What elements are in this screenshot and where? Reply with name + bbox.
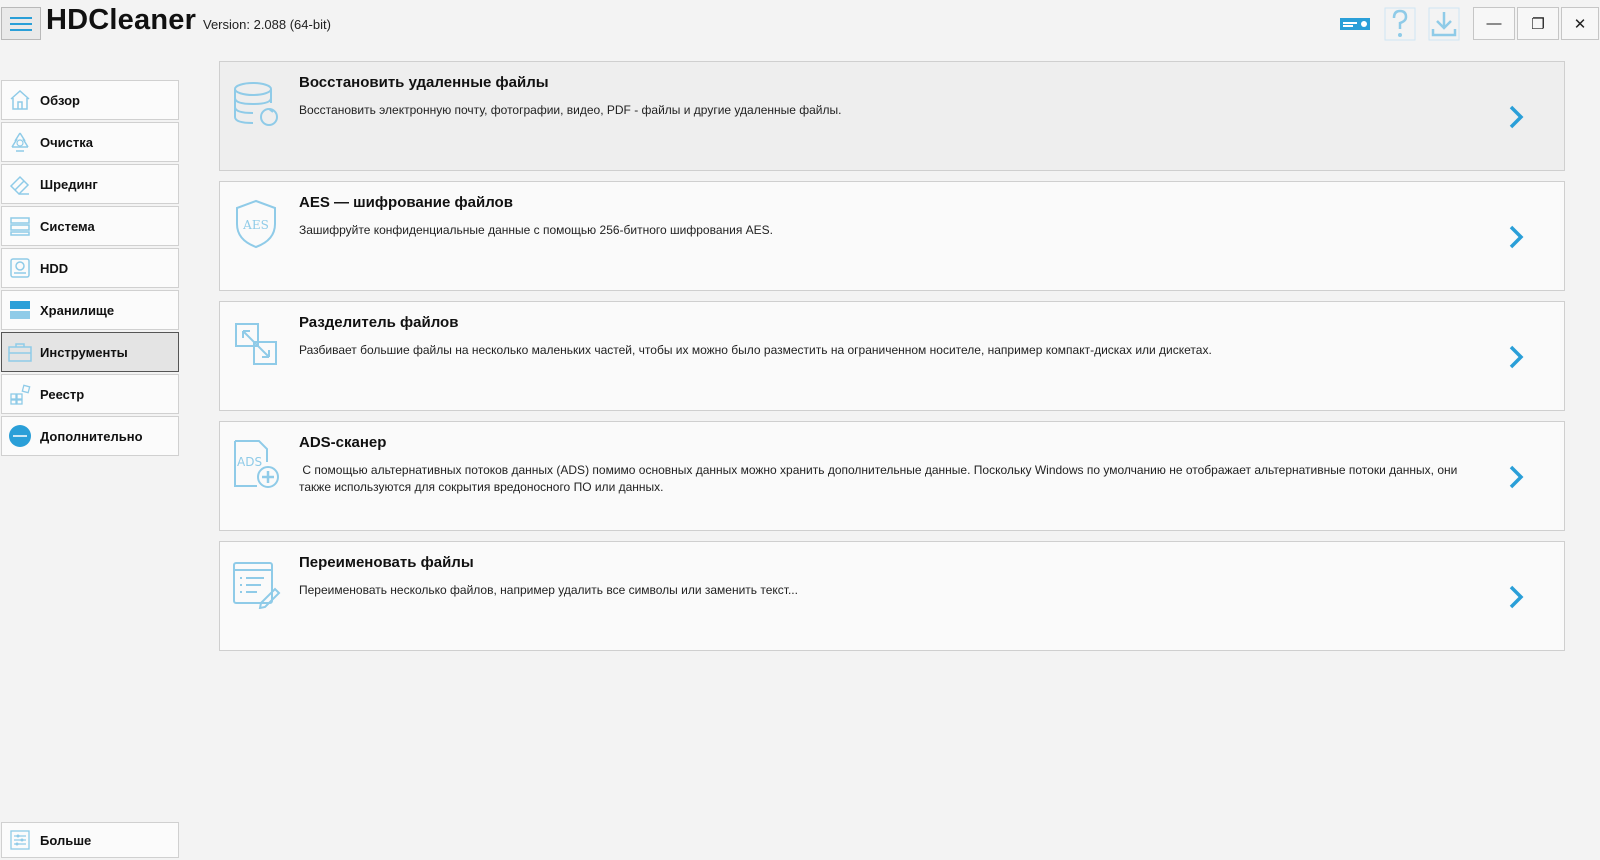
extras-icon <box>9 425 31 447</box>
sidebar-item-label: HDD <box>40 260 69 276</box>
download-icon <box>1428 7 1460 41</box>
tool-card-aes-encryption[interactable]: AES AES — шифрование файлов Зашифруйте к… <box>219 181 1565 291</box>
toolbox-icon <box>8 343 32 362</box>
tool-card-restore-files[interactable]: Восстановить удаленные файлы Восстановит… <box>219 61 1565 171</box>
file-split-icon <box>235 323 277 365</box>
tool-title: ADS-сканер <box>299 434 387 451</box>
storage-icon <box>10 301 30 319</box>
open-tool-button[interactable] <box>1506 222 1526 252</box>
sidebar-item-label: Обзор <box>40 92 80 108</box>
svg-text:ADS: ADS <box>237 455 262 469</box>
sidebar-item-more[interactable]: Больше <box>1 822 179 858</box>
hamburger-icon <box>10 16 32 31</box>
badge-button[interactable] <box>1338 7 1372 41</box>
registry-icon <box>10 384 31 405</box>
hdd-icon <box>10 258 30 278</box>
sidebar-item-label: Реестр <box>40 386 85 402</box>
sidebar-item-label: Дополнительно <box>40 428 143 444</box>
close-button[interactable]: ✕ <box>1561 7 1599 40</box>
app-version: Version: 2.088 (64-bit) <box>203 17 331 32</box>
app-title: HDCleaner <box>46 4 197 36</box>
chevron-right-icon <box>1509 225 1524 249</box>
sidebar-item-shredding[interactable]: Шрединг <box>1 164 179 204</box>
chevron-right-icon <box>1509 105 1524 129</box>
sidebar-item-cleaning[interactable]: Очистка <box>1 122 179 162</box>
help-icon <box>1384 7 1416 41</box>
aes-shield-icon: AES <box>236 199 276 249</box>
sidebar-item-label: Очистка <box>40 134 93 150</box>
sidebar-item-system[interactable]: Система <box>1 206 179 246</box>
sidebar-item-extras[interactable]: Дополнительно <box>1 416 179 456</box>
sidebar-item-registry[interactable]: Реестр <box>1 374 179 414</box>
sidebar-item-label: Инструменты <box>40 344 128 360</box>
tool-description: Разбивает большие файлы на несколько мал… <box>299 343 1212 357</box>
tool-card-file-splitter[interactable]: Разделитель файлов Разбивает большие фай… <box>219 301 1565 411</box>
sidebar-item-label: Хранилище <box>40 302 115 318</box>
tool-title: AES — шифрование файлов <box>299 194 513 211</box>
ads-file-icon: ADS <box>234 440 279 488</box>
sidebar-item-label: Больше <box>40 832 92 848</box>
rename-list-icon <box>233 562 281 609</box>
chevron-right-icon <box>1509 585 1524 609</box>
eraser-icon <box>9 175 30 196</box>
database-restore-icon <box>234 82 278 126</box>
tool-title: Разделитель файлов <box>299 314 459 331</box>
open-tool-button[interactable] <box>1506 582 1526 612</box>
download-button[interactable] <box>1427 7 1461 41</box>
sidebar-item-tools[interactable]: Инструменты <box>1 332 179 372</box>
recycle-icon <box>11 132 29 152</box>
open-tool-button[interactable] <box>1506 102 1526 132</box>
tool-description: Зашифруйте конфиденциальные данные с пом… <box>299 223 773 237</box>
chevron-right-icon <box>1509 345 1524 369</box>
system-icon <box>10 217 30 236</box>
open-tool-button[interactable] <box>1506 462 1526 492</box>
sidebar-item-storage[interactable]: Хранилище <box>1 290 179 330</box>
sidebar-item-label: Система <box>40 218 95 234</box>
badge-icon <box>1340 18 1370 30</box>
svg-text:AES: AES <box>242 218 269 232</box>
tool-title: Переименовать файлы <box>299 554 474 571</box>
restore-button[interactable]: ❐ <box>1517 7 1559 40</box>
menu-button[interactable] <box>1 7 41 40</box>
tool-description: Восстановить электронную почту, фотограф… <box>299 103 842 117</box>
sidebar-item-hdd[interactable]: HDD <box>1 248 179 288</box>
tool-description: С помощью альтернативных потоков данных … <box>299 463 1461 494</box>
tool-card-ads-scanner[interactable]: ADS ADS-сканер С помощью альтернативных … <box>219 421 1565 531</box>
tool-title: Восстановить удаленные файлы <box>299 74 549 91</box>
sliders-icon <box>10 830 30 850</box>
tool-card-rename-files[interactable]: Переименовать файлы Переименовать нескол… <box>219 541 1565 651</box>
open-tool-button[interactable] <box>1506 342 1526 372</box>
chevron-right-icon <box>1509 465 1524 489</box>
app-window: HDCleaner Version: 2.088 (64-bit) — ❐ ✕ <box>0 0 1600 860</box>
sidebar-item-label: Шрединг <box>40 176 98 192</box>
minimize-button[interactable]: — <box>1473 7 1515 40</box>
home-icon <box>10 89 30 110</box>
tool-description: Переименовать несколько файлов, например… <box>299 583 798 597</box>
sidebar-item-overview[interactable]: Обзор <box>1 80 179 120</box>
help-button[interactable] <box>1383 7 1417 41</box>
